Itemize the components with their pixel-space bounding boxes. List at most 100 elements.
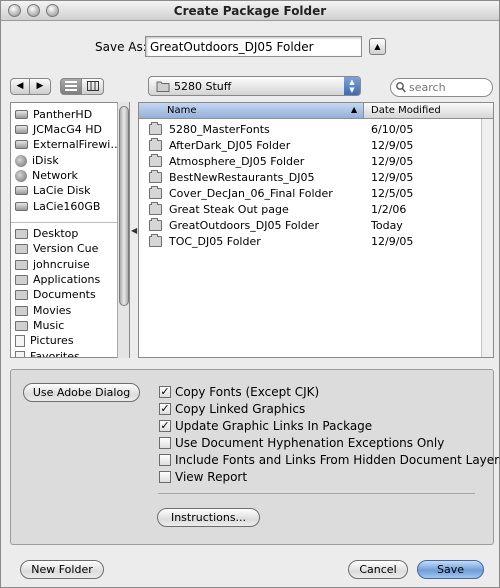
sidebar-item[interactable]: Music <box>15 318 64 333</box>
checkbox-unchecked-icon[interactable] <box>159 454 171 466</box>
list-view-button[interactable] <box>60 78 82 95</box>
file-date: 12/5/05 <box>371 187 414 200</box>
sidebar-item-label: Version Cue <box>33 242 99 255</box>
forward-button[interactable]: ▶ <box>30 78 51 95</box>
column-view-icon <box>86 81 99 91</box>
sidebar-item[interactable]: JCMacG4 HD <box>15 122 102 137</box>
disk-icon <box>15 202 28 211</box>
sidebar-item-label: JCMacG4 HD <box>33 123 102 136</box>
option-checkbox[interactable]: View Report <box>159 469 247 485</box>
sidebar-item[interactable]: PantherHD <box>15 107 92 122</box>
option-checkbox[interactable]: ✓ Update Graphic Links In Package <box>159 418 372 434</box>
sidebar-item[interactable]: Movies <box>15 303 71 318</box>
save-as-field[interactable] <box>145 36 362 57</box>
pane-splitter-icon[interactable]: ◀ <box>131 226 137 235</box>
file-name: AfterDark_DJ05 Folder <box>169 139 291 152</box>
checkbox-checked-icon[interactable]: ✓ <box>159 420 171 432</box>
file-name: 5280_MasterFonts <box>169 123 270 136</box>
options-divider <box>158 493 475 494</box>
file-row[interactable]: Cover_DecJan_06_Final Folder 12/5/05 <box>139 186 493 202</box>
sidebar: PantherHD JCMacG4 HD ExternalFirewi… iDisk N… <box>10 102 130 358</box>
file-name: Cover_DecJan_06_Final Folder <box>169 187 333 200</box>
checkbox-unchecked-icon[interactable] <box>159 437 171 449</box>
file-name: Atmosphere_DJ05 Folder <box>169 155 305 168</box>
disk-icon <box>15 186 28 195</box>
file-row[interactable]: AfterDark_DJ05 Folder 12/9/05 <box>139 138 493 154</box>
title-bar: Create Package Folder <box>1 1 499 21</box>
sidebar-scrollbar[interactable] <box>117 102 129 358</box>
file-date: 1/2/06 <box>371 203 407 216</box>
sidebar-item[interactable]: LaCie160GB <box>15 199 100 214</box>
folder-icon <box>149 202 162 215</box>
checkbox-unchecked-icon[interactable] <box>159 471 171 483</box>
home-icon <box>15 259 28 270</box>
sidebar-scroll-thumb[interactable] <box>119 106 129 306</box>
new-folder-button[interactable]: New Folder <box>20 560 104 579</box>
location-popup[interactable]: 5280 Stuff ▲ ▼ <box>148 76 361 96</box>
applications-icon <box>15 274 28 285</box>
popup-arrows-icon: ▲ ▼ <box>344 77 360 95</box>
file-date: 12/9/05 <box>371 139 414 152</box>
folder-icon <box>149 218 162 231</box>
collapse-dialog-button[interactable]: ▲ <box>369 38 386 55</box>
sidebar-item[interactable]: Network <box>15 168 78 183</box>
file-row[interactable]: Great Steak Out page 1/2/06 <box>139 202 493 218</box>
option-label: Use Document Hyphenation Exceptions Only <box>175 436 445 450</box>
sidebar-item[interactable]: johncruise <box>15 257 90 272</box>
option-checkbox[interactable]: ✓ Copy Linked Graphics <box>159 401 305 417</box>
date-modified-column-header[interactable]: Date Modified <box>371 105 441 116</box>
cancel-button[interactable]: Cancel <box>348 560 408 579</box>
file-row[interactable]: GreatOutdoors_DJ05 Folder Today <box>139 218 493 234</box>
checkbox-checked-icon[interactable]: ✓ <box>159 403 171 415</box>
sidebar-divider <box>11 222 129 223</box>
file-date: 12/9/05 <box>371 155 414 168</box>
option-label: Copy Linked Graphics <box>175 402 306 416</box>
sidebar-item[interactable]: Version Cue <box>15 241 98 256</box>
sidebar-item[interactable]: Favorites <box>15 349 80 357</box>
window-title: Create Package Folder <box>173 4 327 18</box>
name-column-header[interactable]: Name ▲ <box>139 103 364 118</box>
search-box[interactable] <box>390 78 493 97</box>
file-row[interactable]: BestNewRestaurants_DJ05 12/9/05 <box>139 170 493 186</box>
option-checkbox[interactable]: ✓ Copy Fonts (Except CJK) <box>159 384 319 400</box>
folder-icon <box>149 170 162 183</box>
file-row[interactable]: TOC_DJ05 Folder 12/9/05 <box>139 234 493 250</box>
checkbox-checked-icon[interactable]: ✓ <box>159 386 171 398</box>
pictures-icon <box>15 334 25 347</box>
folder-icon <box>149 186 162 199</box>
option-checkbox[interactable]: Include Fonts and Links From Hidden Docu… <box>159 452 500 468</box>
disk-icon <box>15 140 28 149</box>
option-label: Include Fonts and Links From Hidden Docu… <box>175 453 500 467</box>
file-row[interactable]: Atmosphere_DJ05 Folder 12/9/05 <box>139 154 493 170</box>
search-icon <box>396 82 406 93</box>
sort-ascending-icon: ▲ <box>351 105 358 114</box>
column-view-button[interactable] <box>82 78 104 95</box>
idisk-icon <box>15 154 27 167</box>
location-label: 5280 Stuff <box>174 80 232 93</box>
use-adobe-dialog-button[interactable]: Use Adobe Dialog <box>23 383 140 402</box>
create-package-folder-dialog: Create Package Folder Save As: ▲ ◀ ▶ 528… <box>0 0 500 588</box>
sidebar-item-label: LaCie Disk <box>33 184 91 197</box>
network-icon <box>15 169 27 182</box>
search-input[interactable] <box>409 80 489 95</box>
sidebar-item-label: LaCie160GB <box>33 200 101 213</box>
option-label: View Report <box>175 470 248 484</box>
sidebar-item[interactable]: LaCie Disk <box>15 183 91 198</box>
option-checkbox[interactable]: Use Document Hyphenation Exceptions Only <box>159 435 444 451</box>
file-row[interactable]: 5280_MasterFonts 6/10/05 <box>139 122 493 138</box>
option-label: Update Graphic Links In Package <box>175 419 373 433</box>
folder-icon <box>15 243 28 254</box>
back-button[interactable]: ◀ <box>10 78 30 95</box>
file-list-scrollbar[interactable] <box>481 119 493 357</box>
sidebar-item-label: ExternalFirewi… <box>33 138 122 151</box>
sidebar-item[interactable]: iDisk <box>15 153 59 168</box>
file-name: GreatOutdoors_DJ05 Folder <box>169 219 319 232</box>
sidebar-item[interactable]: ExternalFirewi… <box>15 137 121 152</box>
sidebar-item[interactable]: Desktop <box>15 226 78 241</box>
sidebar-item[interactable]: Pictures <box>15 333 74 348</box>
sidebar-item[interactable]: Applications <box>15 272 100 287</box>
sidebar-item-label: Network <box>32 169 78 182</box>
save-button[interactable]: Save <box>417 560 484 579</box>
sidebar-item[interactable]: Documents <box>15 287 96 302</box>
instructions-button[interactable]: Instructions... <box>157 508 260 527</box>
